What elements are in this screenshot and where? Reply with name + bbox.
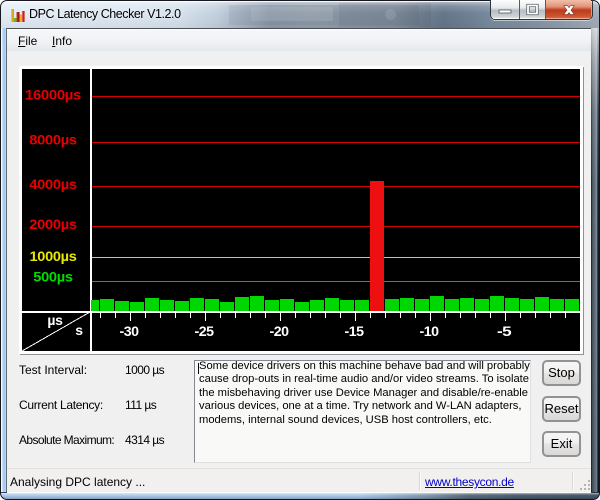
svg-text:4000µs: 4000µs: [29, 176, 77, 192]
svg-text:-10: -10: [420, 323, 440, 339]
svg-text:8000µs: 8000µs: [29, 132, 77, 148]
svg-text:-20: -20: [270, 323, 290, 339]
svg-text:-30: -30: [120, 323, 140, 339]
svg-text:s: s: [75, 322, 83, 338]
svg-text:500µs: 500µs: [33, 269, 73, 285]
svg-text:16000µs: 16000µs: [25, 87, 82, 103]
svg-text:2000µs: 2000µs: [29, 216, 77, 232]
svg-text:1000µs: 1000µs: [30, 248, 78, 264]
svg-text:µs: µs: [47, 312, 63, 328]
svg-text:-25: -25: [195, 323, 215, 339]
svg-text:-15: -15: [345, 323, 365, 339]
svg-text:-5: -5: [497, 323, 512, 339]
